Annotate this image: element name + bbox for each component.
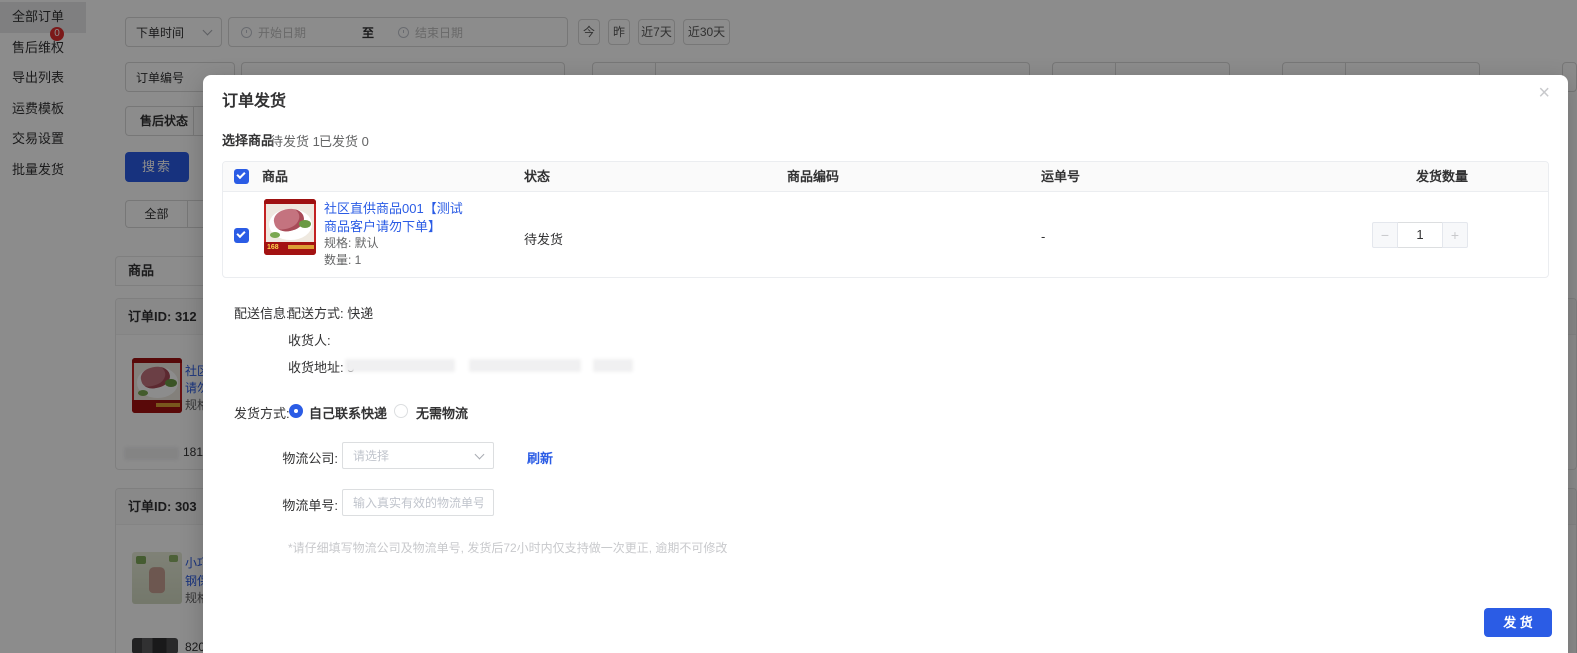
waybill-value: -: [1041, 229, 1045, 244]
product-table: 商品 状态 商品编码 运单号 发货数量 168 社区直供商品001【测试 商品客…: [222, 161, 1549, 278]
quantity-stepper: − 1 +: [1372, 222, 1468, 248]
stepper-minus-button[interactable]: −: [1372, 222, 1398, 248]
receiver-label: 收货人:: [288, 330, 331, 349]
tracking-no-input[interactable]: [342, 489, 494, 516]
col-waybill: 运单号: [1041, 162, 1080, 192]
option-no-logistics[interactable]: 无需物流: [416, 403, 468, 422]
status-text: 待发货: [524, 229, 563, 248]
chevron-down-icon: [475, 449, 485, 459]
product-spec: 规格: 默认: [324, 235, 463, 252]
product-info: 社区直供商品001【测试 商品客户请勿下单】 规格: 默认 数量: 1: [324, 200, 463, 269]
select-product-label: 选择商品: [222, 130, 274, 149]
col-product: 商品: [262, 162, 288, 192]
col-status: 状态: [524, 162, 550, 192]
delivery-method: 配送方式: 快递: [288, 303, 373, 322]
table-row: 168 社区直供商品001【测试 商品客户请勿下单】 规格: 默认 数量: 1 …: [223, 192, 1548, 277]
product-image: 168: [264, 199, 316, 255]
delivery-info-label: 配送信息:: [234, 303, 290, 322]
product-qty: 数量: 1: [324, 252, 463, 269]
radio-self-contact-selected[interactable]: [289, 404, 303, 418]
option-self-contact[interactable]: 自己联系快递: [309, 403, 387, 422]
check-icon: [236, 170, 245, 179]
check-icon: [236, 229, 245, 238]
shipping-note: *请仔细填写物流公司及物流单号, 发货后72小时内仅支持做一次更正, 逾期不可修…: [288, 539, 727, 556]
shipped-count: 已发货 0: [319, 131, 369, 150]
stepper-plus-button[interactable]: +: [1442, 222, 1468, 248]
logistics-company-select[interactable]: 请选择: [342, 442, 494, 469]
ship-button[interactable]: 发 货: [1484, 608, 1552, 637]
product-link[interactable]: 社区直供商品001【测试: [324, 200, 463, 218]
ship-method-label: 发货方式:: [234, 403, 290, 422]
pending-count: 待发货 1: [270, 131, 320, 150]
refresh-link[interactable]: 刷新: [527, 448, 553, 467]
redacted-address: [593, 359, 633, 372]
col-product-code: 商品编码: [787, 162, 839, 192]
table-header: 商品 状态 商品编码 运单号 发货数量: [223, 162, 1548, 192]
redacted-address: [345, 359, 455, 372]
product-link[interactable]: 商品客户请勿下单】: [324, 218, 463, 236]
close-icon[interactable]: ×: [1538, 83, 1550, 103]
ship-order-modal: 订单发货 × 选择商品 待发货 1 已发货 0 商品 状态 商品编码 运单号 发…: [203, 75, 1568, 653]
order-management-screen: 全部订单 售后维权 0 导出列表 运费模板 交易设置 批量发货 下单时间 开始日…: [0, 0, 1577, 653]
modal-title: 订单发货: [222, 87, 286, 111]
row-checkbox[interactable]: [234, 228, 249, 243]
col-ship-qty: 发货数量: [1416, 162, 1468, 192]
tracking-no-label: 物流单号:: [238, 495, 338, 514]
select-all-checkbox[interactable]: [234, 169, 249, 184]
redacted-address: [469, 359, 581, 372]
stepper-value[interactable]: 1: [1398, 222, 1442, 248]
radio-no-logistics[interactable]: [394, 404, 408, 418]
logistics-company-label: 物流公司:: [238, 448, 338, 467]
